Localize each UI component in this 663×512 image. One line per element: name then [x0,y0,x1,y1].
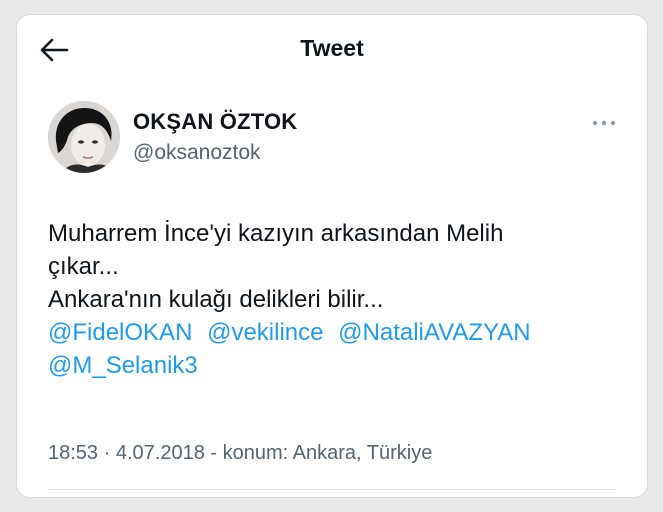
tweet-location[interactable]: Ankara, Türkiye [293,442,433,464]
mention-link[interactable]: @FidelOKAN [48,319,192,346]
mention-link[interactable]: @vekilince [207,319,323,346]
avatar[interactable] [48,101,120,173]
avatar-photo [48,101,120,173]
tweet-text: Muharrem İnce'yi kazıyın arkasından Meli… [48,217,628,382]
tweet-time[interactable]: 18:53 [48,442,98,464]
meta-separator: · [103,442,116,464]
mention-link[interactable]: @NataliAVAZYAN [338,319,530,346]
mentions-line: @M_Selanik3 [48,349,628,382]
tweet-text-line: Ankara'nın kulağı delikleri bilir... [48,286,384,313]
author-display-name[interactable]: OKŞAN ÖZTOK [133,109,297,135]
tweet-card: Tweet OKŞAN ÖZTOK @oksanoztok Muharrem İ… [16,14,648,498]
mentions-line: @FidelOKAN @vekilince @NataliAVAZYAN [48,316,628,349]
tweet-meta: 18:53 · 4.07.2018 - konum: Ankara, Türki… [48,442,432,465]
tweet-header: Tweet [17,15,647,83]
tweet-date[interactable]: 4.07.2018 [116,442,205,464]
location-prefix: konum: [222,442,289,464]
tweet-text-line: çıkar... [48,253,119,280]
mention-link[interactable]: @M_Selanik3 [48,352,198,379]
author-username[interactable]: @oksanoztok [133,141,261,165]
more-options-button[interactable] [589,113,619,133]
meta-separator: - [210,442,223,464]
divider [48,489,616,490]
page-title: Tweet [300,35,364,61]
tweet-text-line: Muharrem İnce'yi kazıyın arkasından Meli… [48,220,504,247]
more-horizontal-icon [592,120,616,126]
